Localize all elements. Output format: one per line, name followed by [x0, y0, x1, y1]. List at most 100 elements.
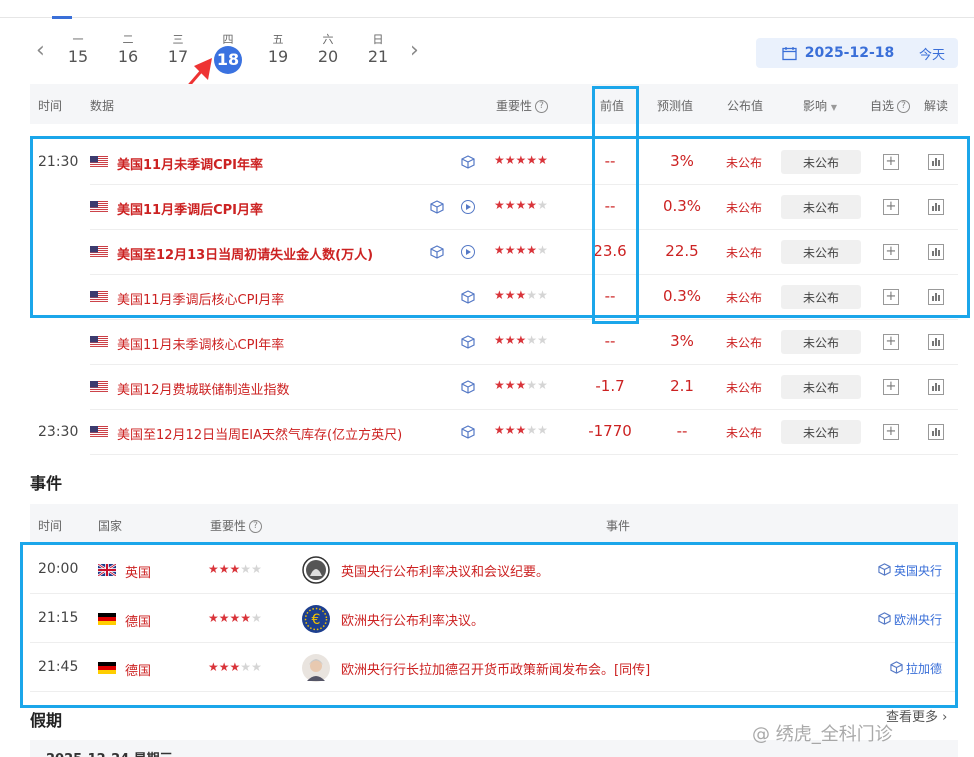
star-filled-icon: ★ — [494, 378, 505, 392]
weekday-label: 一 — [72, 33, 84, 46]
chart-bars-icon[interactable] — [928, 334, 944, 350]
day-19[interactable]: 五 19 — [260, 31, 296, 66]
ev-col-importance-label: 重要性 — [210, 519, 247, 533]
ev-col-time: 时间 — [38, 519, 63, 533]
view-more-label: 查看更多 — [886, 710, 939, 725]
selected-date: 2025-12-18 — [804, 45, 895, 61]
day-number: 20 — [317, 47, 339, 66]
view-more-link[interactable]: 查看更多 › — [886, 706, 947, 725]
star-empty-icon: ★ — [526, 333, 538, 347]
indicator-name[interactable]: 美国11月未季调核心CPI年率 — [117, 334, 284, 353]
star-filled-icon: ★ — [515, 333, 527, 347]
importance-stars: ★★★★★ — [494, 333, 548, 347]
cube-icon[interactable] — [461, 425, 475, 439]
star-filled-icon: ★ — [515, 423, 527, 437]
previous-value: -1.7 — [595, 377, 625, 395]
next-week-icon[interactable]: › — [410, 38, 419, 63]
weekday-label: 二 — [122, 33, 134, 46]
previous-value: -1770 — [588, 422, 632, 440]
col-actual: 公布值 — [727, 99, 764, 113]
cube-icon[interactable] — [461, 335, 475, 349]
star-filled-icon: ★ — [494, 423, 505, 437]
weekday-label: 三 — [172, 33, 184, 46]
ev-col-importance: 重要性? — [210, 517, 263, 534]
impact-badge: 未公布 — [781, 420, 861, 444]
add-watch-icon[interactable]: + — [883, 334, 899, 350]
indicator-name[interactable]: 美国至12月12日当周EIA天然气库存(亿立方英尺) — [117, 424, 402, 443]
weekday-label: 六 — [322, 33, 334, 46]
ev-col-event: 事件 — [606, 519, 631, 533]
importance-stars: ★★★★★ — [494, 423, 548, 437]
impact-badge: 未公布 — [781, 375, 861, 399]
star-filled-icon: ★ — [494, 333, 505, 347]
day-15[interactable]: 一 15 — [60, 31, 96, 66]
day-number: 16 — [117, 47, 139, 66]
col-watch-label: 自选 — [870, 99, 895, 113]
indicator-name[interactable]: 美国12月费城联储制造业指数 — [117, 379, 290, 398]
actual-status: 未公布 — [726, 336, 763, 350]
col-impact[interactable]: 影响 ▼ — [803, 97, 837, 114]
highlight-box-events — [20, 542, 958, 708]
day-20[interactable]: 六 20 — [310, 31, 346, 66]
day-number: 19 — [267, 47, 289, 66]
row-time: 23:30 — [38, 424, 79, 440]
help-icon[interactable]: ? — [897, 100, 911, 113]
ev-col-country: 国家 — [98, 519, 123, 533]
add-watch-icon[interactable]: + — [883, 379, 899, 395]
star-empty-icon: ★ — [526, 378, 538, 392]
add-watch-icon[interactable]: + — [883, 424, 899, 440]
star-empty-icon: ★ — [537, 378, 548, 392]
us-flag-icon — [90, 381, 108, 393]
star-empty-icon: ★ — [537, 423, 548, 437]
help-icon[interactable]: ? — [535, 100, 549, 113]
table-row: 美国12月费城联储制造业指数 ★★★★★ -1.7 2.1 未公布 未公布 + — [30, 365, 958, 410]
actual-status: 未公布 — [726, 426, 763, 440]
row-divider — [90, 454, 958, 455]
today-button[interactable]: 今天 — [906, 38, 958, 68]
table-row: 23:30 美国至12月12日当周EIA天然气库存(亿立方英尺) ★★★★★ -177… — [30, 410, 958, 455]
us-flag-icon — [90, 426, 108, 438]
holiday-date: 2025-12-24 星期三 — [46, 748, 173, 757]
chart-bars-icon[interactable] — [928, 424, 944, 440]
day-21[interactable]: 日 21 — [360, 31, 396, 66]
highlight-box-previous-column — [592, 86, 639, 324]
data-table-header: 时间 数据 重要性? 前值 预测值 公布值 影响 ▼ 自选? 解读 — [30, 84, 958, 124]
col-impact-label: 影响 — [803, 99, 828, 113]
col-forecast: 预测值 — [657, 99, 694, 113]
star-filled-icon: ★ — [504, 378, 516, 392]
forecast-value: 3% — [670, 332, 694, 350]
star-filled-icon: ★ — [515, 378, 527, 392]
highlight-box-top-rows — [30, 136, 970, 318]
impact-badge: 未公布 — [781, 330, 861, 354]
events-table-header: 时间 国家 重要性? 事件 — [30, 504, 958, 544]
star-filled-icon: ★ — [504, 333, 516, 347]
forecast-value: 2.1 — [670, 377, 694, 395]
chart-bars-icon[interactable] — [928, 379, 944, 395]
prev-week-icon[interactable]: ‹ — [36, 38, 45, 63]
date-picker-button[interactable]: 2025-12-18 — [756, 38, 920, 68]
day-16[interactable]: 二 16 — [110, 31, 146, 66]
chevron-right-icon: › — [942, 710, 948, 725]
top-divider — [0, 17, 974, 18]
cube-icon[interactable] — [461, 380, 475, 394]
day-number: 21 — [367, 47, 389, 66]
table-row: 美国11月未季调核心CPI年率 ★★★★★ -- 3% 未公布 未公布 + — [30, 320, 958, 365]
active-tab-indicator — [52, 16, 72, 19]
col-importance-label: 重要性 — [496, 99, 533, 113]
caret-down-icon: ▼ — [830, 103, 837, 112]
star-filled-icon: ★ — [504, 423, 516, 437]
previous-value: -- — [604, 332, 616, 350]
day-number: 15 — [67, 47, 89, 66]
col-importance: 重要性? — [496, 97, 549, 114]
help-icon[interactable]: ? — [249, 520, 263, 533]
col-time: 时间 — [38, 99, 63, 113]
watermark: @ 绣虎_全科门诊 — [752, 724, 893, 745]
star-empty-icon: ★ — [526, 423, 538, 437]
events-title: 事件 — [30, 474, 63, 493]
weekday-label: 日 — [372, 33, 384, 46]
actual-status: 未公布 — [726, 381, 763, 395]
importance-stars: ★★★★★ — [494, 378, 548, 392]
col-watch: 自选? — [870, 97, 911, 114]
calendar-icon — [782, 46, 797, 60]
us-flag-icon — [90, 336, 108, 348]
